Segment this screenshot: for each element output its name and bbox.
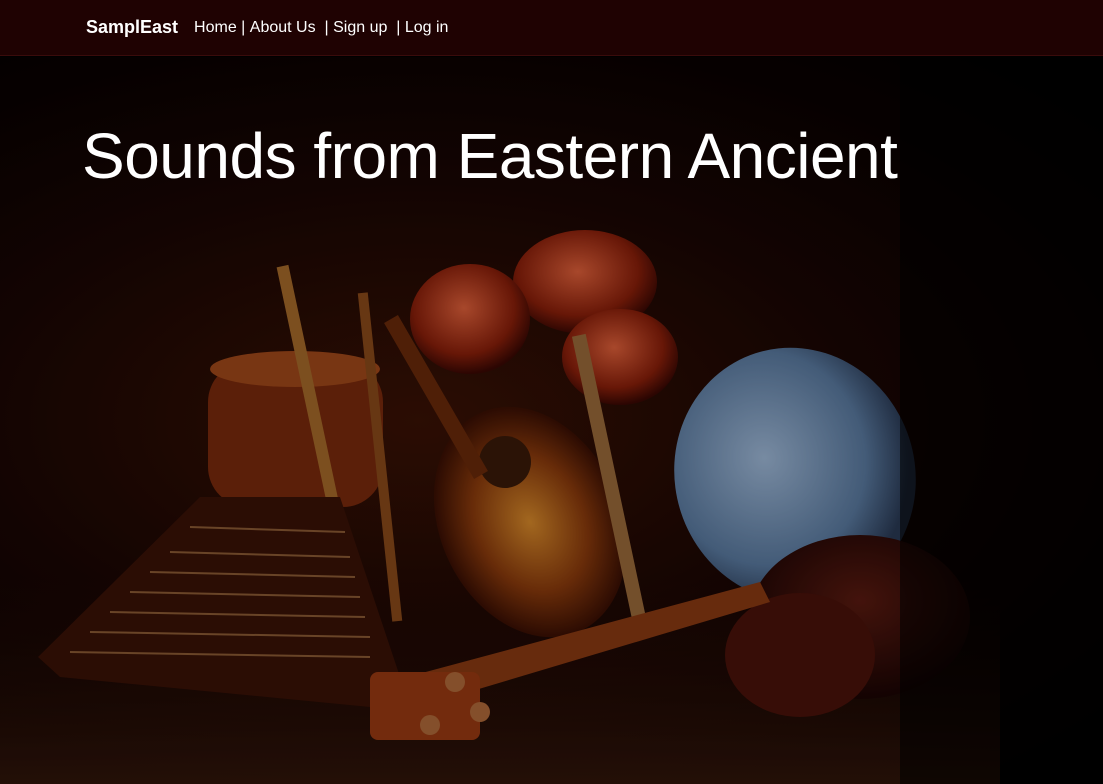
top-navbar: SamplEast Home | About Us | Sign up | Lo…: [0, 0, 1103, 56]
nav-link-home[interactable]: Home |: [194, 19, 250, 37]
brand-logo-link[interactable]: SamplEast: [86, 17, 178, 38]
nav-link-log-in[interactable]: Log in: [405, 19, 449, 37]
hero-section: Sounds from Eastern Ancient: [0, 57, 1103, 784]
nav-link-sign-up[interactable]: Sign up |: [333, 19, 405, 37]
nav-link-about-us[interactable]: About Us |: [250, 19, 333, 37]
hero-title: Sounds from Eastern Ancient: [82, 120, 898, 192]
